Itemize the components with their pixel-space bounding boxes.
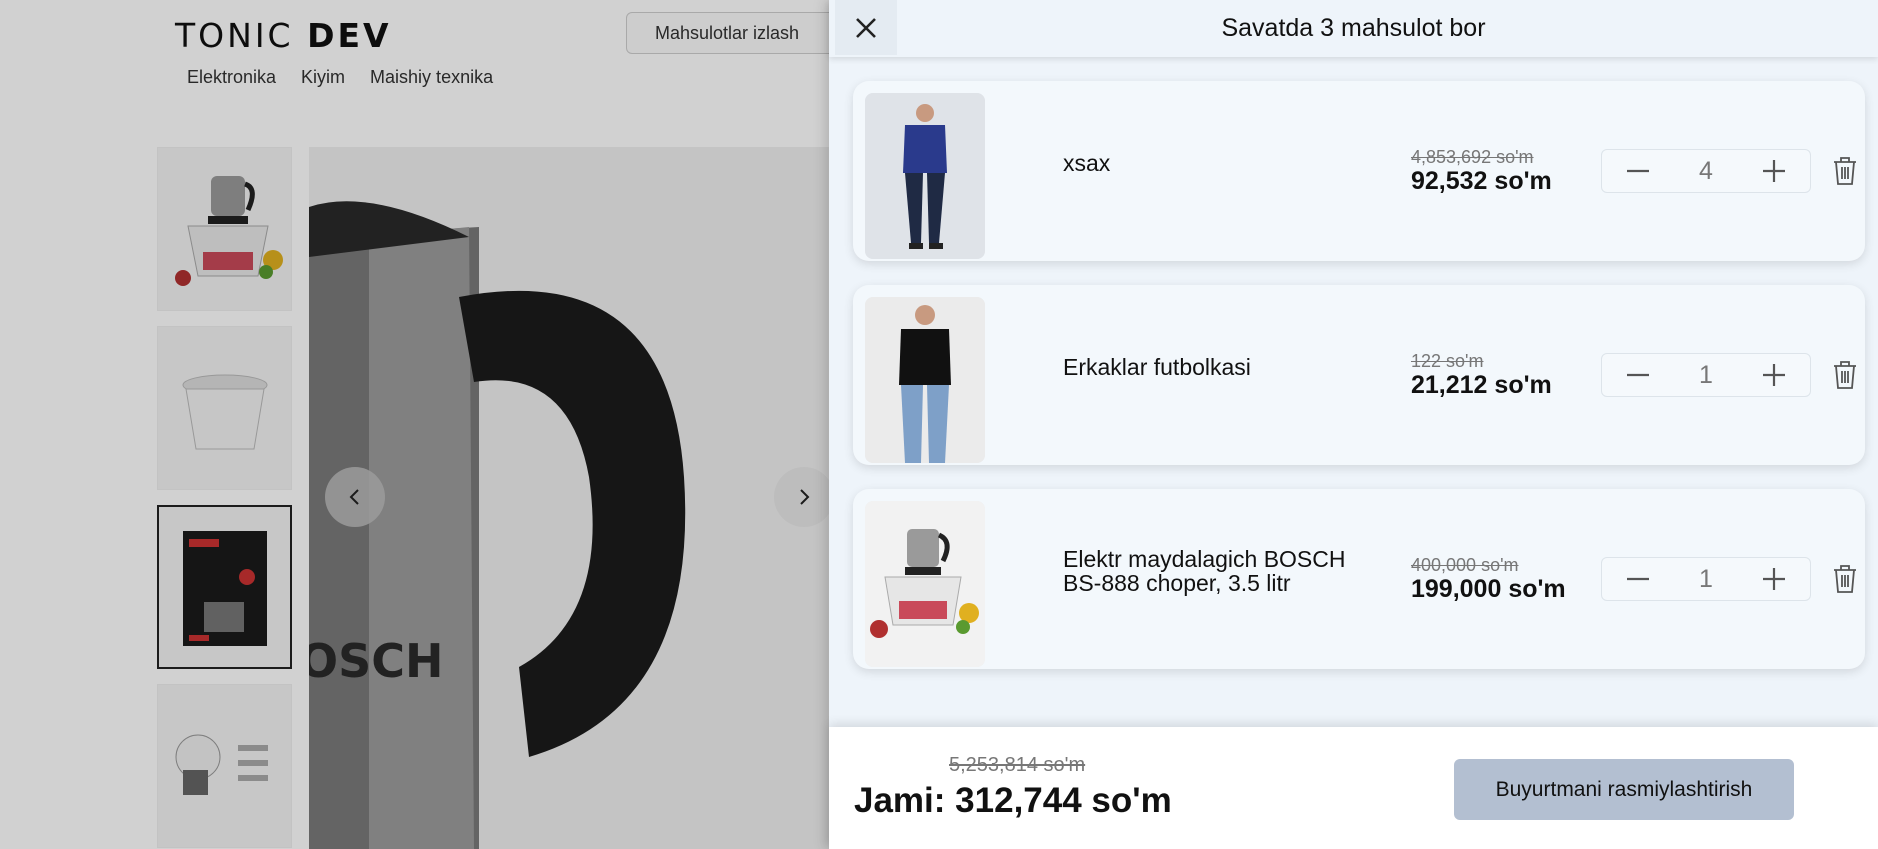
decrease-quantity-button[interactable] (1624, 157, 1652, 185)
item-name[interactable]: xsax (1063, 151, 1363, 175)
total-value: 312,744 so'm (955, 781, 1172, 820)
item-price: 21,212 so'm (1411, 371, 1552, 399)
plus-icon (1763, 160, 1785, 182)
trash-icon (1834, 361, 1856, 389)
increase-quantity-button[interactable] (1760, 361, 1788, 389)
minus-icon (1627, 373, 1649, 377)
quantity-stepper: 1 (1601, 557, 1811, 601)
cart-total: Jami: 312,744 so'm (854, 781, 1172, 821)
item-price-block: 4,853,692 so'm 92,532 so'm (1411, 81, 1552, 261)
cart-items-list: xsax 4,853,692 so'm 92,532 so'm 4 Erkakl… (829, 57, 1878, 727)
trash-icon (1834, 565, 1856, 593)
quantity-value[interactable]: 4 (1699, 157, 1713, 186)
plus-icon (1763, 364, 1785, 386)
quantity-stepper: 1 (1601, 353, 1811, 397)
quantity-value[interactable]: 1 (1699, 565, 1713, 594)
cart-item: xsax 4,853,692 so'm 92,532 so'm 4 (853, 81, 1865, 261)
quantity-value[interactable]: 1 (1699, 361, 1713, 390)
item-old-price: 122 so'm (1411, 351, 1484, 371)
item-image[interactable] (865, 93, 985, 259)
cart-footer: 5,253,814 so'm Jami: 312,744 so'm Buyurt… (829, 727, 1878, 849)
trash-icon (1834, 157, 1856, 185)
item-image[interactable] (865, 297, 985, 463)
item-old-price: 4,853,692 so'm (1411, 147, 1534, 167)
remove-item-button[interactable] (1830, 357, 1860, 393)
checkout-button[interactable]: Buyurtmani rasmiylashtirish (1454, 759, 1794, 820)
item-price-block: 122 so'm 21,212 so'm (1411, 285, 1552, 465)
remove-item-button[interactable] (1830, 153, 1860, 189)
item-price-block: 400,000 so'm 199,000 so'm (1411, 489, 1566, 669)
minus-icon (1627, 169, 1649, 173)
decrease-quantity-button[interactable] (1624, 565, 1652, 593)
plus-icon (1763, 568, 1785, 590)
cart-header: Savatda 3 mahsulot bor (829, 0, 1878, 57)
cart-item: Elektr maydalagich BOSCH BS-888 choper, … (853, 489, 1865, 669)
increase-quantity-button[interactable] (1760, 157, 1788, 185)
item-old-price: 400,000 so'm (1411, 555, 1519, 575)
cart-title: Savatda 3 mahsulot bor (1221, 14, 1486, 42)
cart-drawer: Savatda 3 mahsulot bor xsax 4,853,692 so… (829, 0, 1878, 849)
remove-item-button[interactable] (1830, 561, 1860, 597)
old-total: 5,253,814 so'm (949, 754, 1086, 776)
item-image[interactable] (865, 501, 985, 667)
item-name[interactable]: Elektr maydalagich BOSCH BS-888 choper, … (1063, 547, 1363, 595)
increase-quantity-button[interactable] (1760, 565, 1788, 593)
item-name[interactable]: Erkaklar futbolkasi (1063, 355, 1363, 379)
cart-item: Erkaklar futbolkasi 122 so'm 21,212 so'm… (853, 285, 1865, 465)
quantity-stepper: 4 (1601, 149, 1811, 193)
item-price: 92,532 so'm (1411, 167, 1552, 195)
total-label: Jami: (854, 781, 946, 820)
decrease-quantity-button[interactable] (1624, 361, 1652, 389)
item-price: 199,000 so'm (1411, 575, 1566, 603)
minus-icon (1627, 577, 1649, 581)
